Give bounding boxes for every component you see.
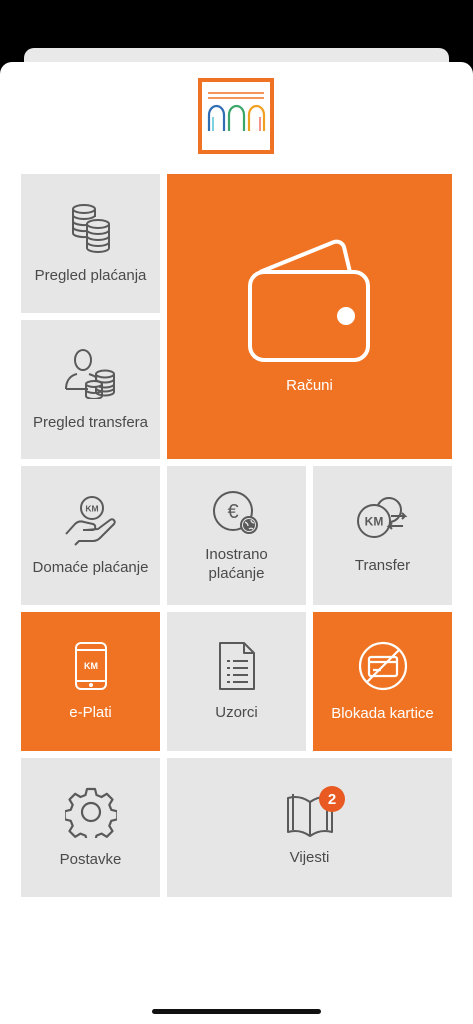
tile-domace-placanje[interactable]: KM Domaće plaćanje (21, 466, 160, 605)
bank-logo (198, 78, 274, 154)
tile-racuni[interactable]: Računi (167, 174, 452, 459)
tile-label: Postavke (59, 851, 122, 868)
currency-exchange-icon: KM (356, 497, 407, 538)
tile-vijesti[interactable]: Vijesti 2 (167, 758, 452, 897)
euro-symbol: € (227, 501, 238, 523)
person-coins-icon (64, 349, 115, 399)
tile-label: e-Plati (69, 704, 112, 721)
euro-globe-icon: € (212, 490, 258, 534)
tile-label: Blokada kartice (331, 705, 434, 722)
tile-inostrano-placanje[interactable]: € Inostrano plaćanje (167, 466, 306, 605)
tile-e-plati[interactable]: KM e-Plati (21, 612, 160, 751)
tile-blokada-kartice[interactable]: Blokada kartice (313, 612, 452, 751)
hand-coin-icon: KM (64, 496, 116, 546)
tile-label: Transfer (354, 557, 411, 574)
document-list-icon (218, 642, 255, 690)
notification-badge: 2 (319, 786, 345, 812)
tile-label: Računi (286, 377, 333, 394)
home-indicator[interactable] (152, 1009, 321, 1014)
wallet-icon (247, 239, 370, 362)
coins-stack-icon (71, 204, 110, 253)
tile-label: Inostrano plaćanje (205, 545, 268, 582)
tile-label: Domaće plaćanje (32, 559, 149, 576)
gear-icon (64, 787, 117, 838)
tile-label: Vijesti (289, 849, 330, 866)
tile-pregled-placanja[interactable]: Pregled plaćanja (21, 174, 160, 313)
mobile-phone-icon: KM (74, 642, 107, 690)
arches-logo-icon (207, 92, 266, 131)
tile-uzorci[interactable]: Uzorci (167, 612, 306, 751)
tile-transfer[interactable]: KM Transfer (313, 466, 452, 605)
currency-label: KM (364, 515, 383, 529)
blocked-card-icon (358, 641, 407, 691)
currency-label: KM (85, 504, 98, 514)
tile-postavke[interactable]: Postavke (21, 758, 160, 897)
tile-label: Pregled transfera (32, 414, 149, 431)
tile-label: Uzorci (215, 704, 258, 721)
tile-label: Pregled plaćanja (34, 267, 147, 284)
currency-label: KM (84, 661, 98, 671)
tile-pregled-transfera[interactable]: Pregled transfera (21, 320, 160, 459)
